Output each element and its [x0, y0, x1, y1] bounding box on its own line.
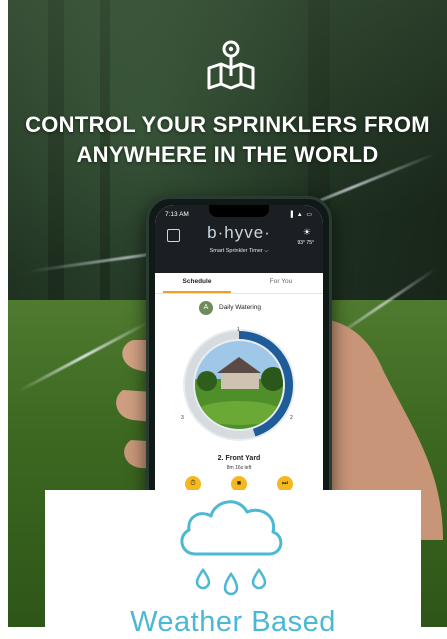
headline: CONTROL YOUR SPRINKLERS FROM ANYWHERE IN… — [8, 110, 447, 170]
cloud-rain-icon — [180, 500, 283, 596]
program-selector[interactable]: A Daily Watering — [155, 301, 323, 317]
map-pin-icon — [207, 40, 255, 90]
app-screen: 7:13 AM ▐ ▲ ▭ b·hyve· Smart Sprinkler Ti… — [155, 205, 323, 513]
zone-progress-ring: 1 2 3 — [181, 327, 295, 441]
device-selector[interactable]: Smart Sprinkler Timer ⌵ — [155, 248, 323, 255]
tab-schedule[interactable]: Schedule — [155, 278, 239, 285]
feature-title: Weather Based — [130, 606, 336, 638]
program-name: Daily Watering — [219, 304, 262, 311]
headline-line-1: CONTROL YOUR SPRINKLERS FROM — [25, 112, 430, 137]
tab-bar: Schedule For You — [155, 273, 323, 294]
smartphone: 7:13 AM ▐ ▲ ▭ b·hyve· Smart Sprinkler Ti… — [146, 196, 332, 522]
ring-mark-2: 2 — [290, 415, 293, 421]
active-tab-indicator — [163, 291, 231, 293]
program-badge: A — [199, 301, 213, 315]
app-header: 7:13 AM ▐ ▲ ▭ b·hyve· Smart Sprinkler Ti… — [155, 205, 323, 273]
zone-time-left: 8m 16s left — [226, 465, 252, 471]
ring-mark-3: 3 — [181, 415, 184, 421]
status-time: 7:13 AM — [165, 211, 189, 218]
weather-temp: 93° 75° — [297, 240, 314, 246]
zone-name: 2. Front Yard — [217, 455, 261, 462]
weather-icon[interactable]: ☀ — [303, 227, 311, 238]
phone-notch — [209, 205, 269, 217]
ring-mark-1: 1 — [237, 327, 240, 333]
tab-for-you[interactable]: For You — [239, 278, 323, 285]
headline-line-2: ANYWHERE IN THE WORLD — [76, 142, 379, 167]
feature-card: Weather Based — [45, 490, 421, 638]
status-icons: ▐ ▲ ▭ — [288, 212, 313, 218]
